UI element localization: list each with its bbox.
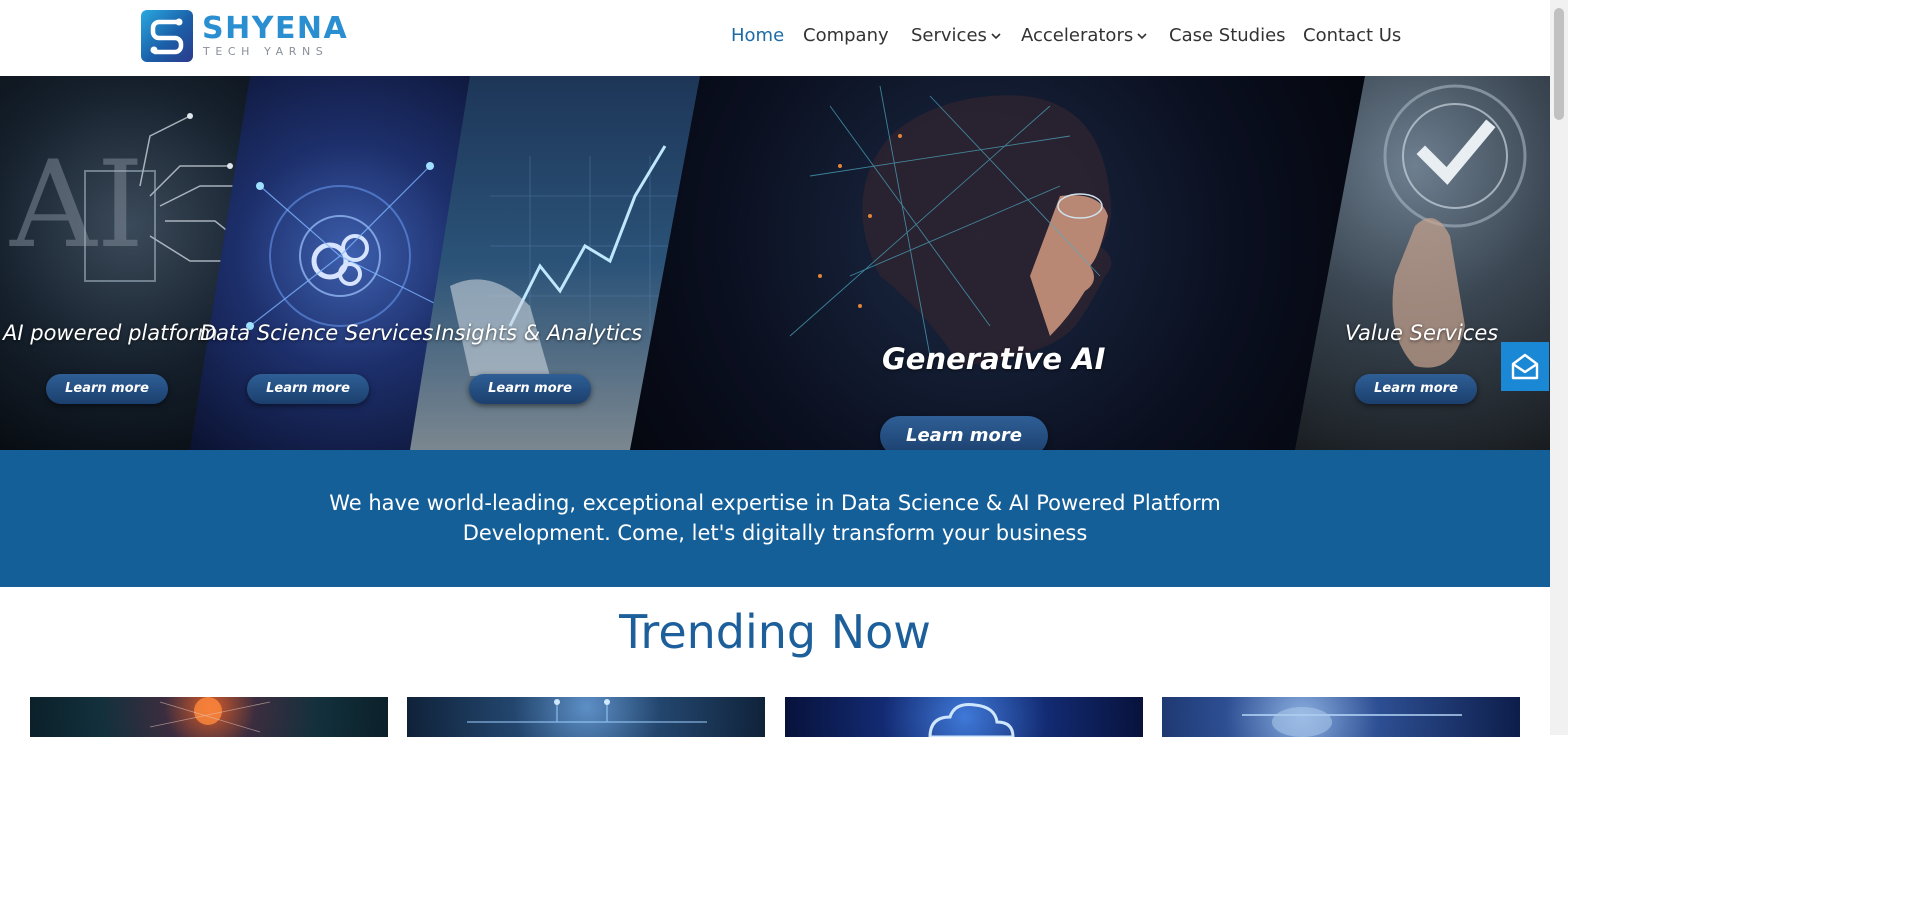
trending-card[interactable] bbox=[785, 697, 1143, 737]
slide-title-ai-platform: AI powered platform bbox=[3, 321, 218, 345]
nav-accelerators[interactable]: Accelerators bbox=[1021, 22, 1148, 50]
nav-services-label: Services bbox=[911, 25, 987, 46]
learn-more-data-science-button[interactable]: Learn more bbox=[247, 374, 369, 404]
learn-more-generative-ai-button[interactable]: Learn more bbox=[880, 416, 1048, 450]
site-header: SHYENA TECH YARNS Home Company Services … bbox=[0, 0, 1550, 76]
hero-banner: AI AI powered platform Data Science Serv… bbox=[0, 76, 1550, 450]
cloud-icon bbox=[928, 703, 1015, 737]
learn-more-value-services-button[interactable]: Learn more bbox=[1355, 374, 1477, 404]
chevron-down-icon bbox=[1137, 33, 1147, 40]
nav-services[interactable]: Services bbox=[911, 22, 1002, 50]
floating-contact-button[interactable] bbox=[1501, 342, 1549, 391]
circuit-network-icon bbox=[467, 699, 707, 723]
neural-brain-icon bbox=[149, 697, 271, 733]
main-nav: Home Company Services Accelerators Case … bbox=[0, 22, 1550, 50]
trending-card[interactable] bbox=[30, 697, 388, 737]
mail-envelope-icon bbox=[1511, 353, 1539, 380]
slide-title-data-science: Data Science Services bbox=[200, 321, 434, 345]
learn-more-insights-button[interactable]: Learn more bbox=[469, 374, 591, 404]
slide-title-value-services: Value Services bbox=[1345, 321, 1499, 345]
trending-card[interactable] bbox=[1162, 697, 1520, 737]
svg-text:AI: AI bbox=[9, 136, 144, 275]
nav-contact-us[interactable]: Contact Us bbox=[1303, 22, 1401, 50]
chevron-down-icon bbox=[991, 33, 1001, 40]
digital-hand-icon bbox=[1242, 707, 1462, 737]
nav-company[interactable]: Company bbox=[803, 22, 889, 50]
mission-banner: We have world-leading, exceptional exper… bbox=[0, 450, 1550, 587]
nav-home[interactable]: Home bbox=[731, 22, 784, 50]
nav-case-studies[interactable]: Case Studies bbox=[1169, 22, 1286, 50]
mission-statement: We have world-leading, exceptional exper… bbox=[329, 491, 1221, 545]
trending-card[interactable] bbox=[407, 697, 765, 737]
hero-panel-generative-ai[interactable] bbox=[630, 76, 1370, 450]
nav-accelerators-label: Accelerators bbox=[1021, 25, 1134, 46]
ai-face-icon bbox=[630, 76, 1370, 450]
trending-title: Trending Now bbox=[619, 605, 931, 659]
learn-more-ai-platform-button[interactable]: Learn more bbox=[46, 374, 168, 404]
slide-title-insights: Insights & Analytics bbox=[435, 321, 643, 345]
page-scrollbar[interactable] bbox=[1550, 0, 1568, 735]
slide-title-generative-ai: Generative AI bbox=[882, 342, 1106, 376]
scrollbar-thumb[interactable] bbox=[1554, 8, 1564, 120]
